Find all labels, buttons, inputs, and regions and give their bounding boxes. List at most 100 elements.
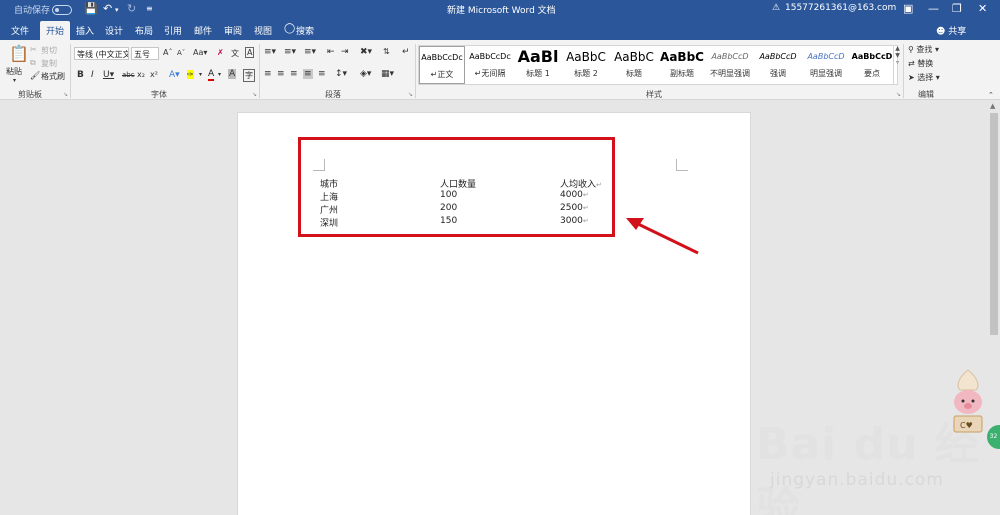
tab-review[interactable]: 审阅: [224, 24, 242, 37]
font-launcher-icon[interactable]: ↘: [252, 91, 257, 98]
style-emphasis[interactable]: AaBbCcD 强调: [755, 46, 801, 84]
tab-file[interactable]: 文件: [11, 24, 29, 37]
grow-font-icon[interactable]: Aˆ: [163, 48, 172, 57]
font-color-dropdown-icon[interactable]: ▾: [218, 71, 221, 78]
superscript-icon[interactable]: x²: [150, 70, 158, 79]
share-button[interactable]: ☻ 共享: [936, 24, 966, 37]
tell-me-search[interactable]: 搜索: [296, 24, 314, 37]
replace-icon: ⇄: [908, 59, 915, 68]
style-heading-2[interactable]: AaBbC 标题 2: [563, 46, 609, 84]
title-bar: 自动保存 💾 ↶ ▾ ↻ ≡ 新建 Microsoft Word 文档 ⚠ 15…: [0, 0, 1000, 20]
format-painter-button[interactable]: 格式刷: [41, 71, 65, 82]
increase-indent-icon[interactable]: ⇥: [341, 47, 349, 57]
style-subtle-emphasis[interactable]: AaBbCcD 不明显强调: [707, 46, 753, 84]
style-title[interactable]: AaBbC 标题: [611, 46, 657, 84]
account-email[interactable]: 15577261361@163.com: [785, 3, 896, 13]
undo-icon[interactable]: ↶: [103, 2, 112, 15]
underline-icon[interactable]: U▾: [103, 70, 114, 80]
shrink-font-icon[interactable]: Aˇ: [177, 49, 185, 57]
paragraph-launcher-icon[interactable]: ↘: [408, 91, 413, 98]
tab-home[interactable]: 开始: [40, 21, 71, 40]
save-icon[interactable]: 💾: [84, 2, 98, 15]
styles-launcher-icon[interactable]: ↘: [896, 91, 901, 98]
share-label: 共享: [948, 27, 967, 37]
align-right-icon[interactable]: ≡: [290, 69, 298, 79]
scrollbar-thumb[interactable]: [990, 113, 998, 335]
style-subtitle[interactable]: AaBbC 副标题: [659, 46, 705, 84]
tab-references[interactable]: 引用: [164, 24, 182, 37]
minimize-icon[interactable]: —: [928, 2, 939, 15]
font-size-select[interactable]: 五号: [131, 47, 159, 60]
watermark-url: jingyan.baidu.com: [770, 470, 944, 490]
clear-format-icon[interactable]: ✗: [217, 48, 224, 57]
shading-icon[interactable]: ◈▾: [360, 69, 371, 79]
close-icon[interactable]: ✕: [978, 2, 987, 15]
justify-icon[interactable]: ≡: [303, 69, 313, 79]
paste-icon[interactable]: 📋: [9, 44, 29, 63]
styles-gallery: AaBbCcDc ↵正文 AaBbCcDc ↵无间隔 AaBl 标题 1 AaB…: [418, 45, 898, 85]
customize-toolbar-icon[interactable]: ≡: [146, 4, 153, 13]
undo-dropdown-icon[interactable]: ▾: [115, 6, 119, 14]
style-heading-1[interactable]: AaBl 标题 1: [515, 46, 561, 84]
paste-button[interactable]: 粘贴: [6, 66, 22, 77]
align-left-icon[interactable]: ≡: [264, 69, 272, 79]
char-border-icon[interactable]: A: [245, 47, 255, 58]
cut-button[interactable]: 剪切: [41, 45, 57, 56]
bullets-icon[interactable]: ≡▾: [264, 47, 276, 57]
subscript-icon[interactable]: x₂: [137, 70, 145, 79]
font-group-label: 字体: [151, 90, 167, 99]
style-normal[interactable]: AaBbCcDc ↵正文: [419, 46, 465, 84]
phonetic-guide-icon[interactable]: 文: [231, 48, 239, 59]
clipboard-group-label: 剪贴板: [18, 90, 42, 99]
copy-button[interactable]: 复制: [41, 58, 57, 69]
scroll-up-icon[interactable]: ▲: [990, 102, 995, 110]
ribbon-display-icon[interactable]: ▣: [903, 2, 913, 15]
find-button[interactable]: ⚲ 查找 ▾: [908, 44, 939, 55]
chinese-layout-icon[interactable]: ✖▾: [360, 47, 372, 57]
decrease-indent-icon[interactable]: ⇤: [327, 47, 335, 57]
tab-mailings[interactable]: 邮件: [194, 24, 212, 37]
crop-mark: [676, 159, 688, 171]
highlight-icon[interactable]: ✑: [187, 70, 194, 79]
autosave-toggle[interactable]: [52, 5, 72, 15]
styles-scroll[interactable]: ▲ ▼ ▿: [893, 45, 901, 85]
select-button[interactable]: ➤ 选择 ▾: [908, 72, 940, 83]
cut-icon[interactable]: ✂: [30, 45, 37, 54]
replace-button[interactable]: ⇄ 替换: [908, 58, 933, 69]
clipboard-launcher-icon[interactable]: ↘: [63, 91, 68, 98]
line-spacing-icon[interactable]: ↕▾: [335, 69, 347, 79]
tab-design[interactable]: 设计: [105, 24, 123, 37]
multilevel-list-icon[interactable]: ≡▾: [304, 47, 316, 57]
copy-icon[interactable]: ⧉: [30, 58, 36, 68]
strikethrough-icon[interactable]: abc: [122, 71, 135, 79]
style-intense-emphasis[interactable]: AaBbCcD 明显强调: [803, 46, 849, 84]
text-effects-icon[interactable]: A▾: [169, 70, 180, 80]
numbering-icon[interactable]: ≡▾: [284, 47, 296, 57]
warning-icon: ⚠: [772, 3, 781, 13]
italic-icon[interactable]: I: [91, 70, 94, 80]
format-painter-icon[interactable]: 🖌: [30, 71, 40, 80]
tab-layout[interactable]: 布局: [135, 24, 153, 37]
sort-icon[interactable]: ⇅: [383, 47, 390, 56]
tab-insert[interactable]: 插入: [76, 24, 94, 37]
change-case-icon[interactable]: Aa▾: [193, 48, 207, 57]
collapse-ribbon-icon[interactable]: ⌃: [988, 91, 994, 99]
paste-dropdown-icon[interactable]: ▾: [13, 77, 16, 84]
enclose-char-icon[interactable]: 字: [243, 69, 255, 82]
font-name-select[interactable]: 等线 (中文正文): [74, 47, 129, 60]
align-center-icon[interactable]: ≡: [277, 69, 285, 79]
show-marks-icon[interactable]: ↵: [402, 47, 410, 57]
distributed-icon[interactable]: ≡: [318, 69, 326, 79]
bold-icon[interactable]: B: [77, 70, 84, 80]
annotation-arrow: [626, 218, 699, 255]
maximize-icon[interactable]: ❐: [952, 2, 962, 15]
highlight-dropdown-icon[interactable]: ▾: [199, 71, 202, 78]
borders-icon[interactable]: ▦▾: [381, 69, 394, 79]
style-strong[interactable]: AaBbCcD 要点: [849, 46, 895, 84]
style-no-spacing[interactable]: AaBbCcDc ↵无间隔: [467, 46, 513, 84]
font-color-icon[interactable]: A: [208, 69, 215, 81]
style-label: ↵无间隔: [474, 69, 506, 78]
char-shading-icon[interactable]: A: [228, 69, 237, 79]
redo-icon[interactable]: ↻: [127, 2, 136, 15]
tab-view[interactable]: 视图: [254, 24, 272, 37]
